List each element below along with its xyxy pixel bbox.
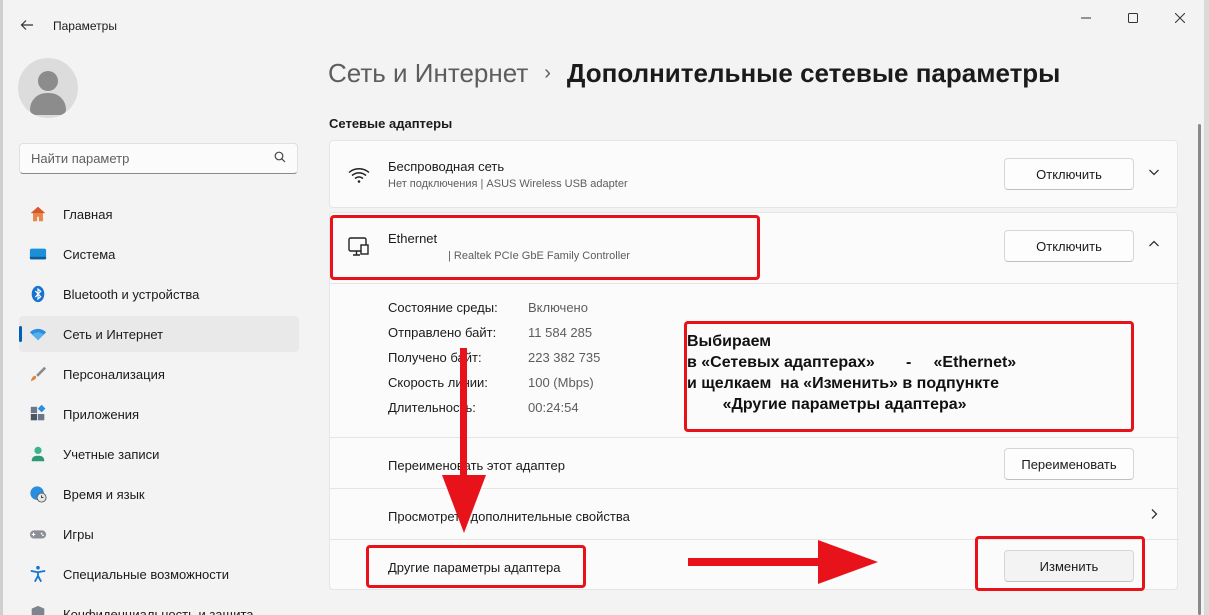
- search-input[interactable]: [20, 144, 260, 173]
- sidebar-item-network[interactable]: Сеть и Интернет: [19, 316, 299, 352]
- section-title: Сетевые адаптеры: [329, 116, 453, 131]
- chevron-right-icon[interactable]: [1144, 507, 1164, 523]
- annotation-callout-text: Выбираем в «Сетевых адаптерах» - «Ethern…: [687, 333, 1017, 413]
- app-title: Параметры: [53, 19, 117, 33]
- annotation-box-other-options: [366, 545, 586, 588]
- prop-value-link-speed: 100 (Mbps): [528, 375, 594, 390]
- sidebar-item-accessibility[interactable]: Специальные возможности: [19, 556, 299, 592]
- prop-value-bytes-received: 223 382 735: [528, 350, 601, 365]
- sidebar-item-label: Сеть и Интернет: [63, 326, 164, 342]
- wifi-icon: [348, 168, 370, 183]
- sidebar-item-label: Персонализация: [63, 366, 165, 382]
- gamepad-icon: [29, 530, 47, 539]
- annotation-arrow-down-head: [442, 475, 486, 533]
- sidebar-item-personalization[interactable]: Персонализация: [19, 356, 299, 392]
- sidebar-item-home[interactable]: Главная: [19, 196, 299, 232]
- breadcrumb: Сеть и Интернет › Дополнительные сетевые…: [328, 58, 1060, 89]
- avatar-body: [30, 93, 66, 115]
- globe-clock-icon: [30, 486, 47, 503]
- close-icon: [1175, 13, 1185, 23]
- back-arrow-icon: [20, 20, 33, 30]
- sidebar-item-label: Специальные возможности: [63, 566, 229, 582]
- prop-value-media-state: Включено: [528, 300, 588, 315]
- view-more-properties-link[interactable]: Просмотреть дополнительные свойства: [388, 509, 630, 524]
- wifi-adapter-name: Беспроводная сеть: [388, 159, 505, 174]
- prop-value-bytes-sent: 11 584 285: [528, 325, 593, 340]
- wifi-adapter-status: Нет подключения | ASUS Wireless USB adap…: [388, 178, 628, 190]
- sidebar-item-label: Система: [63, 246, 116, 262]
- sidebar-item-time-language[interactable]: Время и язык: [19, 476, 299, 512]
- annotation-box-edit-button: [975, 536, 1145, 591]
- minimize-button[interactable]: [1063, 0, 1109, 36]
- sidebar-item-system[interactable]: Система: [19, 236, 299, 272]
- brush-icon: [30, 366, 47, 382]
- divider: [330, 283, 1179, 284]
- annotation-arrow-right: [688, 558, 828, 566]
- minimize-icon: [1081, 17, 1091, 19]
- divider: [330, 437, 1179, 438]
- breadcrumb-parent-link[interactable]: Сеть и Интернет: [328, 58, 528, 89]
- prop-label-bytes-sent: Отправлено байт:: [388, 325, 497, 340]
- wifi-disable-button[interactable]: Отключить: [1004, 158, 1134, 190]
- shield-icon: [31, 605, 45, 615]
- sidebar-item-label: Учетные записи: [63, 446, 160, 462]
- rename-adapter-label: Переименовать этот адаптер: [388, 458, 565, 473]
- prop-label-bytes-received: Получено байт:: [388, 350, 482, 365]
- accessibility-icon: [30, 565, 46, 583]
- search-icon[interactable]: [274, 151, 286, 166]
- search-box: [19, 143, 298, 174]
- title-bar: Параметры: [0, 0, 1209, 48]
- annotation-arrow-right-head: [818, 540, 878, 584]
- sidebar-item-gaming[interactable]: Игры: [19, 516, 299, 552]
- sidebar-item-label: Конфиденциальность и защита: [63, 606, 254, 615]
- maximize-button[interactable]: [1110, 0, 1156, 36]
- window-edge: [0, 0, 3, 615]
- close-button[interactable]: [1157, 0, 1203, 36]
- network-icon: [29, 328, 47, 341]
- ethernet-disable-button[interactable]: Отключить: [1004, 230, 1134, 262]
- sidebar-item-privacy[interactable]: Конфиденциальность и защита: [19, 596, 299, 615]
- annotation-arrow-down: [460, 348, 467, 478]
- sidebar-item-label: Bluetooth и устройства: [63, 286, 200, 302]
- chevron-down-icon[interactable]: [1144, 165, 1164, 181]
- sidebar-item-bluetooth[interactable]: Bluetooth и устройства: [19, 276, 299, 312]
- avatar[interactable]: [18, 58, 78, 118]
- back-button[interactable]: [12, 10, 42, 40]
- apps-icon: [30, 405, 46, 421]
- rename-button[interactable]: Переименовать: [1004, 448, 1134, 480]
- sidebar-item-apps[interactable]: Приложения: [19, 396, 299, 432]
- account-icon: [31, 446, 45, 462]
- maximize-icon: [1128, 13, 1138, 23]
- bluetooth-icon: [31, 285, 45, 303]
- page-title: Дополнительные сетевые параметры: [566, 58, 1061, 88]
- sidebar-nav: Главная Система Bluetooth и устройства С…: [19, 196, 299, 615]
- prop-label-media-state: Состояние среды:: [388, 300, 498, 315]
- system-icon: [29, 248, 47, 260]
- chevron-up-icon[interactable]: [1144, 237, 1164, 253]
- scrollbar[interactable]: [1198, 124, 1201, 615]
- sidebar-item-label: Игры: [63, 526, 94, 542]
- window-edge: [1204, 0, 1209, 615]
- sidebar-item-label: Приложения: [63, 406, 140, 422]
- wifi-adapter-card[interactable]: Беспроводная сеть Нет подключения | ASUS…: [329, 140, 1178, 208]
- sidebar-item-accounts[interactable]: Учетные записи: [19, 436, 299, 472]
- home-icon: [30, 206, 46, 222]
- settings-window: Параметры Главная Система Blu: [0, 0, 1209, 615]
- annotation-box-ethernet: [330, 215, 760, 280]
- prop-value-duration: 00:24:54: [528, 400, 579, 415]
- prop-label-link-speed: Скорость линии:: [388, 375, 488, 390]
- sidebar-item-label: Главная: [63, 206, 113, 222]
- breadcrumb-separator: ›: [544, 62, 551, 84]
- avatar-head: [38, 71, 58, 91]
- sidebar-item-label: Время и язык: [63, 486, 145, 502]
